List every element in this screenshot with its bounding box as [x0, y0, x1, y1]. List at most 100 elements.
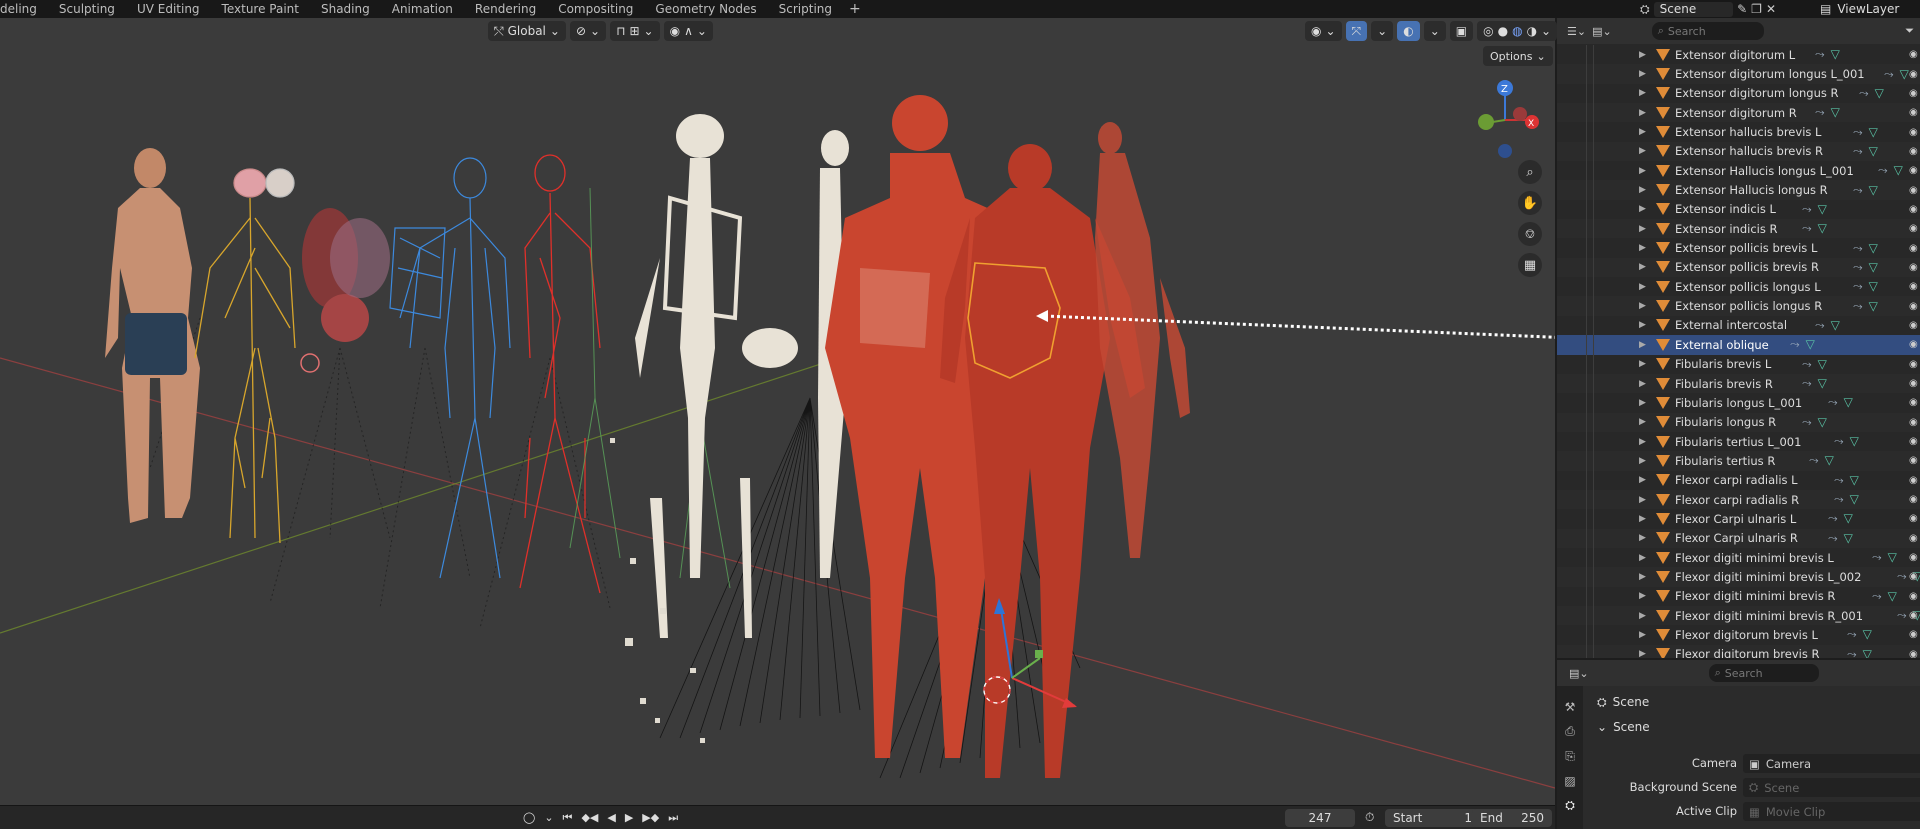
chevron-right-icon[interactable]: ▶	[1639, 398, 1646, 408]
eye-icon[interactable]: ◉	[1909, 165, 1918, 176]
pin-icon[interactable]: ✎	[1737, 2, 1747, 16]
outliner-row[interactable]: ▶ Extensor digitorum longus R ⤳ ▽ ◉	[1557, 83, 1920, 104]
outliner-item-name[interactable]: Extensor digitorum longus R	[1675, 86, 1839, 100]
eye-icon[interactable]: ◉	[1909, 610, 1918, 621]
visibility-dropdown[interactable]: ◉ ⌄	[1305, 21, 1342, 41]
chevron-right-icon[interactable]: ▶	[1639, 166, 1646, 176]
background-scene-field[interactable]: ⛭ Scene	[1743, 778, 1920, 797]
outliner-item-name[interactable]: Extensor hallucis brevis R	[1675, 144, 1823, 158]
new-scene-icon[interactable]: ❐	[1751, 2, 1762, 16]
modifier-icon[interactable]: ⤳	[1834, 473, 1844, 487]
eye-icon[interactable]: ◉	[1909, 127, 1918, 138]
modifier-icon[interactable]: ⤳	[1847, 647, 1857, 658]
eye-icon[interactable]: ◉	[1909, 320, 1918, 331]
outliner-item-name[interactable]: Extensor indicis R	[1675, 222, 1778, 236]
eye-icon[interactable]: ◉	[1909, 455, 1918, 466]
outliner-item-name[interactable]: Fibularis tertius R	[1675, 454, 1775, 468]
mesh-data-icon[interactable]: ▽	[1863, 627, 1872, 641]
modifier-icon[interactable]: ⤳	[1790, 337, 1800, 351]
outliner-item-name[interactable]: Extensor digitorum R	[1675, 106, 1797, 120]
outliner-row[interactable]: ▶ Extensor indicis L ⤳ ▽ ◉	[1557, 199, 1920, 220]
eye-icon[interactable]: ◉	[1909, 436, 1918, 447]
outliner-row[interactable]: ▶ Extensor hallucis brevis R ⤳ ▽ ◉	[1557, 141, 1920, 162]
grid-perspective-icon[interactable]: ▦	[1518, 253, 1542, 277]
mesh-data-icon[interactable]: ▽	[1818, 202, 1827, 216]
outliner-row[interactable]: ▶ Flexor Carpi ulnaris R ⤳ ▽ ◉	[1557, 528, 1920, 548]
eye-icon[interactable]: ◉	[1909, 552, 1918, 563]
chevron-down-icon[interactable]: ⌄	[541, 811, 556, 824]
gizmo-dropdown[interactable]: ⌄	[1371, 21, 1394, 41]
modifier-icon[interactable]: ⤳	[1853, 260, 1863, 274]
modifier-icon[interactable]: ⤳	[1828, 511, 1838, 525]
eye-icon[interactable]: ◉	[1909, 107, 1918, 118]
chevron-right-icon[interactable]: ▶	[1639, 50, 1646, 60]
outliner-item-name[interactable]: Extensor Hallucis longus R	[1675, 183, 1828, 197]
display-mode-icon[interactable]: ▤⌄	[1592, 25, 1612, 38]
modifier-icon[interactable]: ⤳	[1897, 569, 1907, 583]
mesh-data-icon[interactable]: ▽	[1844, 531, 1853, 545]
rendered-shading-icon[interactable]: ◑	[1527, 24, 1537, 38]
mesh-data-icon[interactable]: ▽	[1818, 221, 1827, 235]
add-workspace-button[interactable]: +	[843, 1, 867, 17]
outliner-item-name[interactable]: Extensor hallucis brevis L	[1675, 125, 1821, 139]
outliner-row[interactable]: ▶ Flexor digiti minimi brevis L_002 ⤳ ▽ ◉	[1557, 567, 1920, 587]
outliner-item-name[interactable]: Fibularis longus L_001	[1675, 396, 1802, 410]
mesh-data-icon[interactable]: ▽	[1869, 183, 1878, 197]
mesh-data-icon[interactable]: ▽	[1806, 337, 1815, 351]
modifier-icon[interactable]: ⤳	[1834, 492, 1844, 506]
chevron-right-icon[interactable]: ▶	[1639, 185, 1646, 195]
outliner-row[interactable]: ▶ Extensor digitorum longus L_001 ⤳ ▽ ◉	[1557, 64, 1920, 84]
mesh-data-icon[interactable]: ▽	[1818, 357, 1827, 371]
outliner-row[interactable]: ▶ Flexor digitorum brevis R ⤳ ▽ ◉	[1557, 644, 1920, 658]
chevron-right-icon[interactable]: ▶	[1639, 379, 1646, 389]
play-icon[interactable]: ▶	[622, 811, 636, 824]
chevron-right-icon[interactable]: ▶	[1639, 630, 1646, 640]
chevron-right-icon[interactable]: ▶	[1639, 340, 1646, 350]
mesh-data-icon[interactable]: ▽	[1831, 47, 1840, 61]
modifier-icon[interactable]: ⤳	[1802, 357, 1812, 371]
outliner-row[interactable]: ▶ Flexor digitorum brevis L ⤳ ▽ ◉	[1557, 625, 1920, 645]
outliner-item-name[interactable]: Fibularis brevis R	[1675, 377, 1773, 391]
chevron-right-icon[interactable]: ▶	[1639, 553, 1646, 563]
scene-panel-header[interactable]: ⌄ Scene	[1597, 720, 1650, 734]
modifier-icon[interactable]: ⤳	[1878, 163, 1888, 177]
modifier-icon[interactable]: ⤳	[1872, 589, 1882, 603]
tool-tab-icon[interactable]: ⚒	[1565, 700, 1576, 714]
jump-end-icon[interactable]: ⏭	[665, 811, 681, 825]
mesh-data-icon[interactable]: ▽	[1844, 395, 1853, 409]
workspace-tab[interactable]: Compositing	[547, 2, 644, 16]
eye-icon[interactable]: ◉	[1909, 397, 1918, 408]
workspace-tab[interactable]: Animation	[381, 2, 464, 16]
chevron-right-icon[interactable]: ▶	[1639, 146, 1646, 156]
eye-icon[interactable]: ◉	[1909, 281, 1918, 292]
modifier-icon[interactable]: ⤳	[1815, 47, 1825, 61]
mesh-data-icon[interactable]: ▽	[1869, 260, 1878, 274]
modifier-icon[interactable]: ⤳	[1853, 125, 1863, 139]
eye-icon[interactable]: ◉	[1909, 69, 1918, 80]
outliner-item-name[interactable]: Extensor pollicis longus R	[1675, 299, 1822, 313]
eye-icon[interactable]: ◉	[1909, 223, 1918, 234]
modifier-icon[interactable]: ⤳	[1853, 241, 1863, 255]
modifier-icon[interactable]: ⤳	[1853, 144, 1863, 158]
hand-pan-icon[interactable]: ✋	[1518, 191, 1542, 215]
chevron-right-icon[interactable]: ▶	[1639, 495, 1646, 505]
outliner-row[interactable]: ▶ Extensor hallucis brevis L ⤳ ▽ ◉	[1557, 122, 1920, 142]
mesh-data-icon[interactable]: ▽	[1869, 279, 1878, 293]
eye-icon[interactable]: ◉	[1909, 649, 1918, 658]
modifier-icon[interactable]: ⤳	[1815, 105, 1825, 119]
chevron-right-icon[interactable]: ▶	[1639, 475, 1646, 485]
mesh-data-icon[interactable]: ▽	[1888, 550, 1897, 564]
camera-view-icon[interactable]: ⎊	[1518, 222, 1542, 246]
outliner-item-name[interactable]: Fibularis longus R	[1675, 415, 1776, 429]
close-icon[interactable]: ✕	[1766, 2, 1776, 16]
eye-icon[interactable]: ◉	[1909, 359, 1918, 370]
modifier-icon[interactable]: ⤳	[1802, 376, 1812, 390]
modifier-icon[interactable]: ⤳	[1853, 299, 1863, 313]
outliner-item-name[interactable]: Extensor pollicis brevis R	[1675, 260, 1819, 274]
chevron-right-icon[interactable]: ▶	[1639, 108, 1646, 118]
outliner-item-name[interactable]: Extensor digitorum L	[1675, 48, 1795, 62]
mesh-data-icon[interactable]: ▽	[1869, 241, 1878, 255]
chevron-right-icon[interactable]: ▶	[1639, 69, 1646, 79]
keyframe-record-icon[interactable]: ◯	[520, 811, 538, 824]
jump-start-icon[interactable]: ⏮	[560, 811, 576, 825]
